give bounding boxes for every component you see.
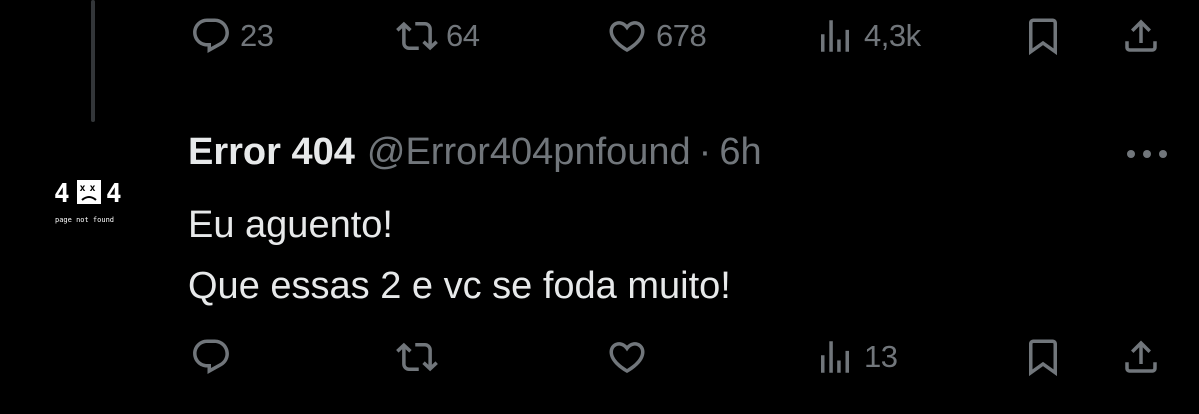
reply-icon [190, 336, 232, 378]
share-button[interactable] [1120, 332, 1162, 382]
svg-text:x: x [80, 183, 86, 194]
views-count: 4,3k [864, 18, 921, 53]
bookmark-icon [1022, 15, 1064, 57]
retweet-button[interactable]: 64 [396, 11, 480, 61]
separator-dot: · [698, 131, 712, 173]
svg-text:page not found: page not found [55, 216, 114, 224]
heart-icon [606, 15, 648, 57]
share-icon [1120, 15, 1162, 57]
more-options-button[interactable] [1124, 136, 1170, 176]
views-count: 13 [864, 339, 898, 374]
like-button[interactable]: 678 [606, 11, 707, 61]
user-handle[interactable]: @Error404pnfound [367, 131, 691, 174]
svg-text:4: 4 [106, 179, 122, 209]
share-button[interactable] [1120, 11, 1162, 61]
bookmark-icon [1022, 336, 1064, 378]
bookmark-button[interactable] [1022, 332, 1064, 382]
tweet-text-line: Eu aguento! [188, 204, 393, 246]
views-button[interactable]: 4,3k [814, 11, 921, 61]
reply-button[interactable] [190, 332, 232, 382]
error-404-logo: 4 x x 4 page not found [54, 179, 122, 224]
tweet-text: Eu aguento! Que essas 2 e vc se foda mui… [188, 195, 731, 317]
svg-text:x: x [90, 183, 96, 194]
views-icon [814, 15, 856, 57]
retweet-button[interactable] [396, 332, 438, 382]
like-button[interactable] [606, 332, 648, 382]
reply-count: 23 [240, 18, 274, 53]
svg-text:4: 4 [54, 179, 70, 209]
views-button[interactable]: 13 [814, 332, 898, 382]
retweet-icon [396, 15, 438, 57]
tweet-timestamp[interactable]: 6h [719, 131, 761, 174]
avatar[interactable]: 4 x x 4 page not found [46, 166, 146, 236]
views-icon [814, 336, 856, 378]
tweet-action-bar: 13 [0, 332, 1199, 382]
like-count: 678 [656, 18, 707, 53]
reply-icon [190, 15, 232, 57]
retweet-icon [396, 336, 438, 378]
more-icon [1124, 147, 1170, 165]
display-name[interactable]: Error 404 [188, 131, 355, 174]
previous-tweet-action-bar: 23 64 678 4,3k [0, 11, 1199, 61]
tweet-text-line: Que essas 2 e vc se foda muito! [188, 265, 731, 307]
bookmark-button[interactable] [1022, 11, 1064, 61]
retweet-count: 64 [446, 18, 480, 53]
reply-button[interactable]: 23 [190, 11, 274, 61]
share-icon [1120, 336, 1162, 378]
tweet-header: Error 404 @Error404pnfound · 6h [188, 131, 762, 181]
heart-icon [606, 336, 648, 378]
